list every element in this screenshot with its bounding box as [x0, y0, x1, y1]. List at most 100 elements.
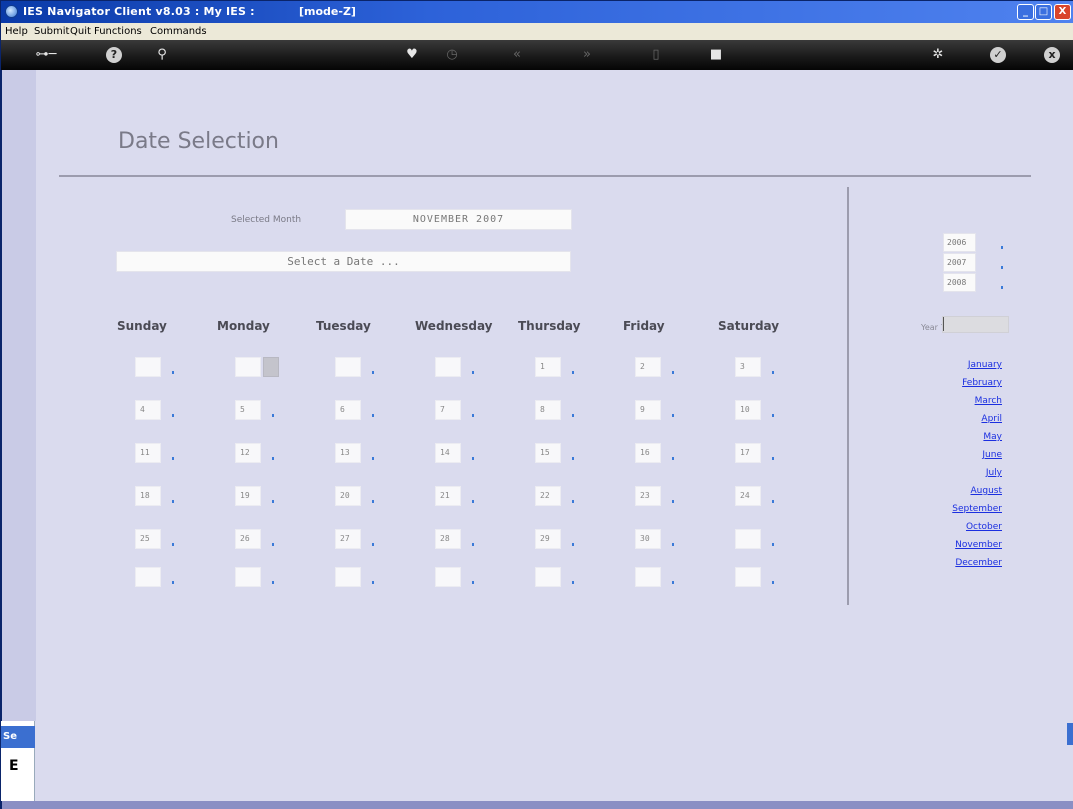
- day-cell[interactable]: 4: [135, 400, 161, 420]
- day-cell[interactable]: 15: [535, 443, 561, 463]
- select-day-marker[interactable]: [472, 457, 474, 460]
- day-cell[interactable]: [235, 567, 261, 587]
- month-link-october[interactable]: October: [966, 522, 1002, 532]
- select-year-marker[interactable]: [1001, 266, 1003, 269]
- day-cell[interactable]: 5: [235, 400, 261, 420]
- select-day-marker[interactable]: [472, 414, 474, 417]
- select-day-marker[interactable]: [372, 500, 374, 503]
- day-cell[interactable]: 25: [135, 529, 161, 549]
- day-cell[interactable]: [635, 567, 661, 587]
- select-day-marker[interactable]: [372, 414, 374, 417]
- day-cell[interactable]: 22: [535, 486, 561, 506]
- day-cell[interactable]: [435, 567, 461, 587]
- rewind-icon[interactable]: «: [506, 46, 528, 64]
- menu-help[interactable]: Help: [5, 26, 28, 37]
- select-day-marker[interactable]: [772, 371, 774, 374]
- day-cell[interactable]: [735, 529, 761, 549]
- select-day-marker[interactable]: [472, 543, 474, 546]
- select-day-marker[interactable]: [372, 581, 374, 584]
- settings-icon[interactable]: ✲: [927, 46, 949, 64]
- select-year-marker[interactable]: [1001, 246, 1003, 249]
- right-panel-tab[interactable]: [1067, 723, 1073, 745]
- day-cell[interactable]: 6: [335, 400, 361, 420]
- day-cell[interactable]: 18: [135, 486, 161, 506]
- select-day-marker[interactable]: [372, 543, 374, 546]
- day-cell[interactable]: 27: [335, 529, 361, 549]
- day-cell[interactable]: [335, 357, 361, 377]
- day-cell[interactable]: 3: [735, 357, 761, 377]
- day-cell[interactable]: 20: [335, 486, 361, 506]
- day-cell[interactable]: [135, 357, 161, 377]
- forward-icon[interactable]: »: [576, 46, 598, 64]
- select-day-marker[interactable]: [272, 414, 274, 417]
- select-day-marker[interactable]: [272, 500, 274, 503]
- day-cell[interactable]: 14: [435, 443, 461, 463]
- select-day-marker[interactable]: [772, 500, 774, 503]
- day-cell[interactable]: 17: [735, 443, 761, 463]
- month-link-june[interactable]: June: [982, 450, 1002, 460]
- select-day-marker[interactable]: [772, 414, 774, 417]
- select-day-marker[interactable]: [272, 581, 274, 584]
- day-cell[interactable]: 7: [435, 400, 461, 420]
- select-day-marker[interactable]: [572, 414, 574, 417]
- day-cell[interactable]: 16: [635, 443, 661, 463]
- search-icon[interactable]: ⚲: [151, 46, 173, 64]
- month-link-august[interactable]: August: [971, 486, 1003, 496]
- select-day-marker[interactable]: [672, 581, 674, 584]
- select-day-marker[interactable]: [572, 500, 574, 503]
- maximize-button[interactable]: □: [1035, 4, 1052, 20]
- close-button[interactable]: X: [1054, 4, 1071, 20]
- day-cell[interactable]: 1: [535, 357, 561, 377]
- select-day-marker[interactable]: [172, 581, 174, 584]
- side-tab-label[interactable]: Se: [1, 726, 35, 748]
- day-cell[interactable]: 11: [135, 443, 161, 463]
- day-cell[interactable]: 2: [635, 357, 661, 377]
- day-cell[interactable]: 29: [535, 529, 561, 549]
- day-cell[interactable]: 9: [635, 400, 661, 420]
- help-button[interactable]: ?: [103, 46, 125, 64]
- cancel-button[interactable]: x: [1041, 46, 1063, 64]
- day-cell[interactable]: 23: [635, 486, 661, 506]
- day-cell[interactable]: 10: [735, 400, 761, 420]
- year-option[interactable]: 2008: [943, 273, 976, 292]
- year-input[interactable]: [942, 316, 1009, 333]
- heart-icon[interactable]: ♥: [401, 46, 423, 64]
- select-day-marker[interactable]: [372, 371, 374, 374]
- day-cell[interactable]: 28: [435, 529, 461, 549]
- select-day-marker[interactable]: [472, 581, 474, 584]
- select-day-marker[interactable]: [672, 414, 674, 417]
- day-cell[interactable]: [735, 567, 761, 587]
- select-day-marker[interactable]: [172, 457, 174, 460]
- select-day-marker[interactable]: [172, 371, 174, 374]
- select-year-marker[interactable]: [1001, 286, 1003, 289]
- restore-icon[interactable]: ▯: [645, 46, 667, 64]
- select-day-marker[interactable]: [772, 457, 774, 460]
- month-link-may[interactable]: May: [983, 432, 1002, 442]
- day-cell[interactable]: [335, 567, 361, 587]
- select-day-marker[interactable]: [672, 457, 674, 460]
- month-link-february[interactable]: February: [962, 378, 1002, 388]
- day-cell[interactable]: 19: [235, 486, 261, 506]
- month-link-september[interactable]: September: [952, 504, 1002, 514]
- select-day-marker[interactable]: [572, 543, 574, 546]
- year-option[interactable]: 2006: [943, 233, 976, 252]
- select-day-marker[interactable]: [372, 457, 374, 460]
- menu-commands[interactable]: Commands: [150, 26, 207, 37]
- select-day-marker[interactable]: [472, 371, 474, 374]
- day-cell[interactable]: [535, 567, 561, 587]
- select-day-marker[interactable]: [672, 543, 674, 546]
- select-day-marker[interactable]: [572, 581, 574, 584]
- month-link-january[interactable]: January: [968, 360, 1002, 370]
- month-link-april[interactable]: April: [981, 414, 1002, 424]
- day-cell[interactable]: 8: [535, 400, 561, 420]
- select-day-marker[interactable]: [672, 371, 674, 374]
- day-cell[interactable]: 26: [235, 529, 261, 549]
- select-day-marker[interactable]: [172, 543, 174, 546]
- select-day-marker[interactable]: [172, 414, 174, 417]
- select-day-marker[interactable]: [472, 500, 474, 503]
- select-day-marker[interactable]: [172, 500, 174, 503]
- select-day-marker[interactable]: [272, 457, 274, 460]
- select-day-marker[interactable]: [572, 457, 574, 460]
- key-icon[interactable]: ⊶─: [31, 46, 61, 64]
- day-cell[interactable]: 30: [635, 529, 661, 549]
